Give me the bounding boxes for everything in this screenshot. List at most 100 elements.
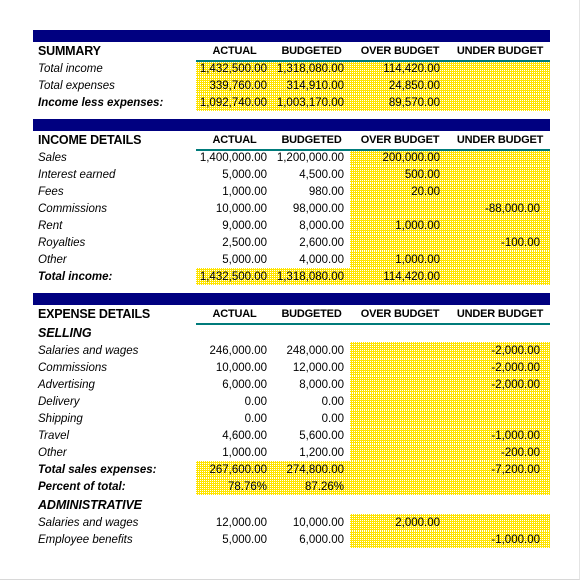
cell-budgeted: 12,000.00 — [292, 361, 344, 374]
cell-actual: 10,000.00 — [215, 202, 267, 215]
cell-under-budget: -2,000.00 — [491, 344, 540, 357]
cell-budgeted: 0.00 — [321, 395, 344, 408]
cell-budgeted: 314,910.00 — [286, 79, 344, 92]
row-label: Salaries and wages — [38, 516, 139, 529]
cell-under-budget: -1,000.00 — [491, 429, 540, 442]
cell-budgeted: 5,600.00 — [299, 429, 344, 442]
expense-details-section-bar — [33, 293, 550, 305]
table-row: Salaries and wages 246,000.00 248,000.00… — [33, 342, 550, 359]
row-highlight — [350, 393, 550, 410]
budget-sheet: SUMMARY ACTUAL BUDGETED OVER BUDGET UNDE… — [33, 30, 550, 548]
table-row: Employee benefits 5,000.00 6,000.00 -1,0… — [33, 531, 550, 548]
table-row-percent: Percent of total: 78.76% 87.26% — [33, 478, 550, 495]
summary-section-bar — [33, 30, 550, 42]
table-row-total: Total sales expenses: 267,600.00 274,800… — [33, 461, 550, 478]
cell-actual: 1,000.00 — [222, 185, 267, 198]
table-row: Travel 4,600.00 5,600.00 -1,000.00 — [33, 427, 550, 444]
row-label: Salaries and wages — [38, 344, 139, 357]
cell-under-budget: -2,000.00 — [491, 378, 540, 391]
selling-subheading: SELLING — [38, 325, 92, 340]
column-header-actual: ACTUAL — [212, 45, 257, 57]
row-label: Total expenses — [38, 79, 115, 92]
cell-actual: 1,400,000.00 — [199, 151, 267, 164]
table-row: Salaries and wages 12,000.00 10,000.00 2… — [33, 514, 550, 531]
cell-actual: 0.00 — [244, 395, 267, 408]
cell-actual: 0.00 — [244, 412, 267, 425]
cell-actual: 78.76% — [227, 480, 267, 493]
column-header-budgeted: BUDGETED — [281, 45, 342, 57]
row-label: Total income — [38, 62, 103, 75]
cell-budgeted: 274,800.00 — [286, 463, 344, 476]
table-row: Rent 9,000.00 8,000.00 1,000.00 — [33, 217, 550, 234]
row-label: Percent of total: — [38, 480, 126, 493]
cell-budgeted: 1,200.00 — [299, 446, 344, 459]
expense-details-title: EXPENSE DETAILS — [38, 307, 151, 321]
cell-budgeted: 4,000.00 — [299, 253, 344, 266]
cell-over-budget: 20.00 — [411, 185, 440, 198]
cell-over-budget: 114,420.00 — [383, 270, 440, 283]
cell-over-budget: 200,000.00 — [382, 151, 440, 164]
row-label: Rent — [38, 219, 63, 232]
cell-budgeted: 8,000.00 — [299, 378, 344, 391]
row-label: Income less expenses: — [38, 96, 164, 109]
cell-actual: 339,760.00 — [209, 79, 267, 92]
cell-under-budget: -1,000.00 — [491, 533, 540, 546]
cell-under-budget: -100.00 — [500, 236, 540, 249]
administrative-rows: Salaries and wages 12,000.00 10,000.00 2… — [33, 514, 550, 548]
cell-budgeted: 0.00 — [321, 412, 344, 425]
cell-budgeted: 980.00 — [308, 185, 344, 198]
cell-under-budget: -88,000.00 — [485, 202, 540, 215]
administrative-subheading: ADMINISTRATIVE — [38, 497, 142, 512]
cell-budgeted: 2,600.00 — [299, 236, 344, 249]
cell-actual: 12,000.00 — [215, 516, 267, 529]
cell-actual: 5,000.00 — [222, 533, 267, 546]
table-row: Royalties 2,500.00 2,600.00 -100.00 — [33, 234, 550, 251]
row-highlight — [350, 410, 550, 427]
row-label: Employee benefits — [38, 533, 133, 546]
cell-over-budget: 1,000.00 — [395, 219, 440, 232]
cell-over-budget: 114,420.00 — [383, 62, 440, 75]
table-row: Total income 1,432,500.00 1,318,080.00 1… — [33, 60, 550, 77]
cell-actual: 4,600.00 — [222, 429, 267, 442]
budget-report-page: SUMMARY ACTUAL BUDGETED OVER BUDGET UNDE… — [0, 0, 580, 580]
cell-actual: 10,000.00 — [215, 361, 267, 374]
cell-over-budget: 1,000.00 — [395, 253, 440, 266]
cell-actual: 1,000.00 — [222, 446, 267, 459]
table-row: Commissions 10,000.00 12,000.00 -2,000.0… — [33, 359, 550, 376]
row-label: Commissions — [38, 361, 108, 374]
cell-actual: 1,432,500.00 — [199, 62, 267, 75]
selling-rows: Salaries and wages 246,000.00 248,000.00… — [33, 342, 550, 495]
cell-budgeted: 1,318,080.00 — [276, 270, 344, 283]
income-details-title: INCOME DETAILS — [38, 133, 142, 147]
column-header-under-budget: UNDER BUDGET — [456, 308, 544, 320]
summary-rows: Total income 1,432,500.00 1,318,080.00 1… — [33, 60, 550, 111]
cell-budgeted: 4,500.00 — [299, 168, 344, 181]
cell-under-budget: -7,200.00 — [491, 463, 540, 476]
income-details-rows: Sales 1,400,000.00 1,200,000.00 200,000.… — [33, 149, 550, 285]
column-header-under-budget: UNDER BUDGET — [456, 45, 544, 57]
table-row-total: Total income: 1,432,500.00 1,318,080.00 … — [33, 268, 550, 285]
cell-actual: 6,000.00 — [222, 378, 267, 391]
cell-budgeted: 87.26% — [304, 480, 344, 493]
table-row: Commissions 10,000.00 98,000.00 -88,000.… — [33, 200, 550, 217]
expense-details-header-row: EXPENSE DETAILS ACTUAL BUDGETED OVER BUD… — [33, 305, 550, 325]
column-header-budgeted: BUDGETED — [281, 134, 342, 146]
column-header-actual: ACTUAL — [212, 134, 257, 146]
cell-actual: 2,500.00 — [222, 236, 267, 249]
table-row: Other 5,000.00 4,000.00 1,000.00 — [33, 251, 550, 268]
row-label: Total income: — [38, 270, 113, 283]
row-label: Interest earned — [38, 168, 116, 181]
table-row: Total expenses 339,760.00 314,910.00 24,… — [33, 77, 550, 94]
administrative-subheading-row: ADMINISTRATIVE — [33, 495, 550, 514]
cell-over-budget: 89,570.00 — [388, 96, 440, 109]
table-row: Sales 1,400,000.00 1,200,000.00 200,000.… — [33, 149, 550, 166]
row-label: Travel — [38, 429, 70, 442]
row-label: Commissions — [38, 202, 108, 215]
row-label: Other — [38, 253, 67, 266]
selling-subheading-row: SELLING — [33, 323, 550, 342]
column-header-over-budget: OVER BUDGET — [360, 134, 440, 146]
cell-actual: 5,000.00 — [222, 168, 267, 181]
cell-actual: 1,092,740.00 — [199, 96, 267, 109]
summary-header-underline — [196, 60, 550, 62]
cell-over-budget: 2,000.00 — [395, 516, 440, 529]
